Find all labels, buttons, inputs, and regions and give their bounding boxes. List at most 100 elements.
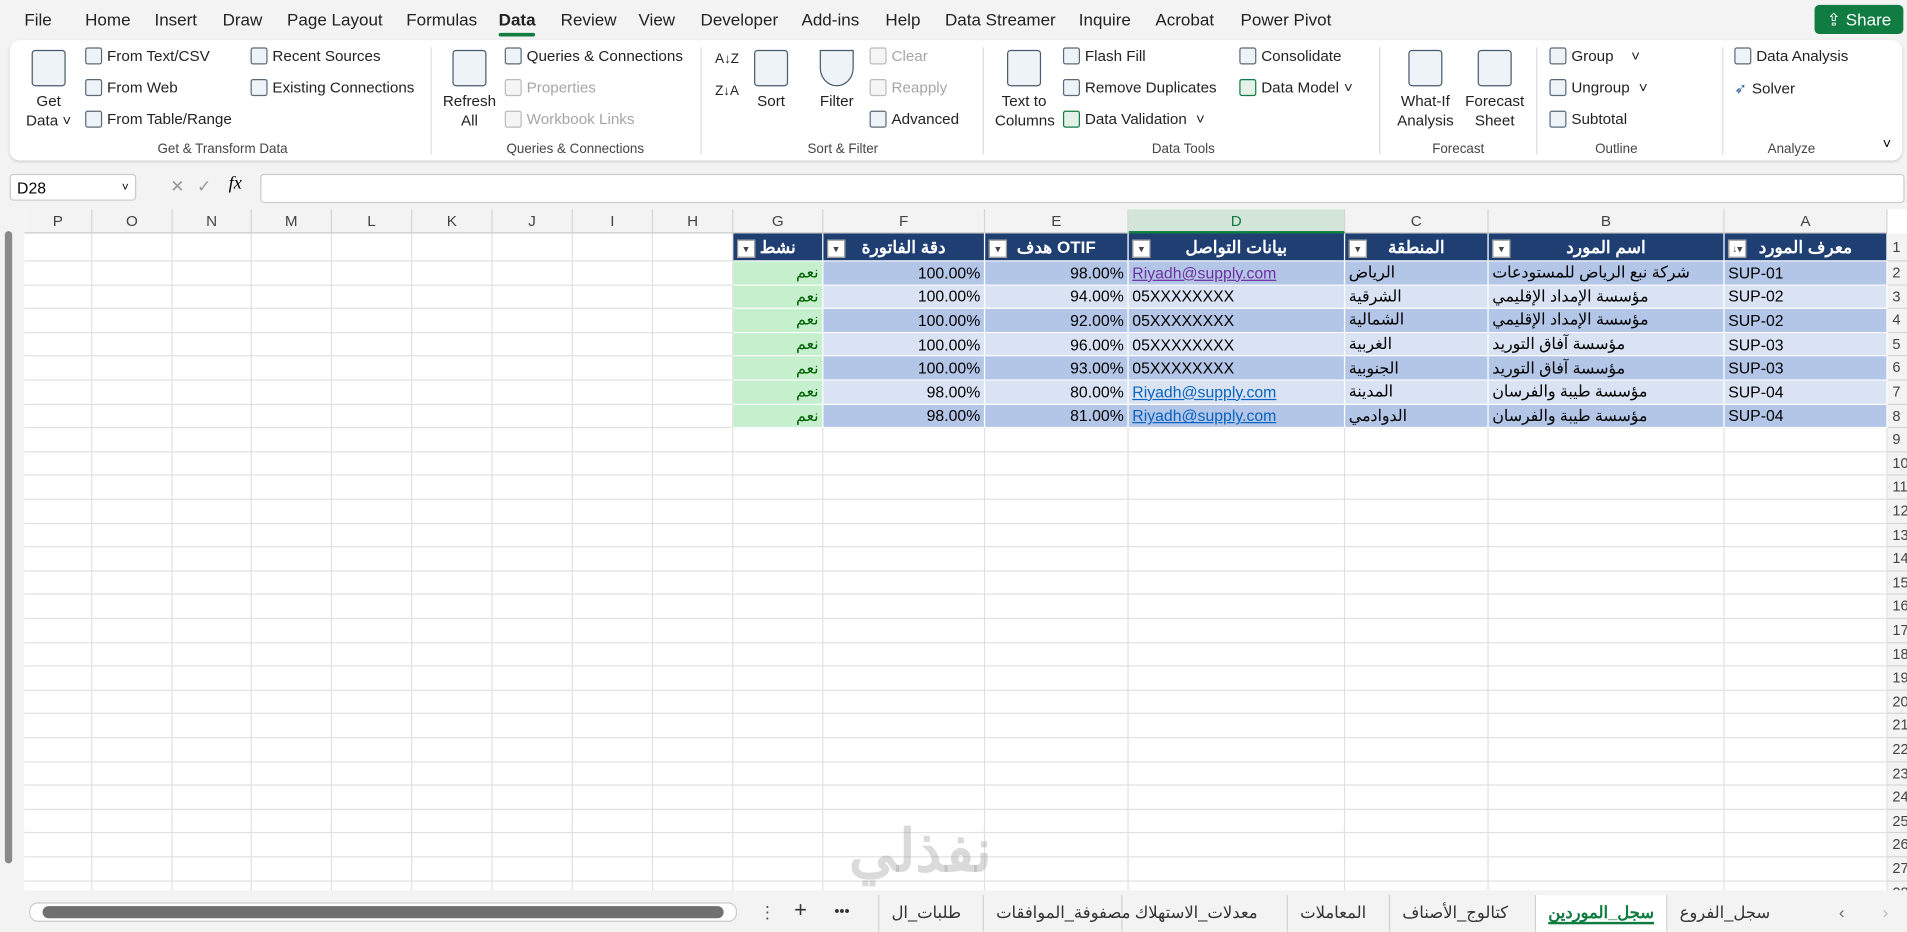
table-cell[interactable]: شركة نبع الرياض للمستودعات: [1488, 261, 1725, 286]
menu-tab-power-pivot[interactable]: Power Pivot: [1241, 10, 1332, 29]
formula-input[interactable]: [260, 173, 1905, 204]
table-cell[interactable]: 81.00%: [985, 404, 1129, 429]
clear-button[interactable]: Clear: [869, 47, 928, 65]
row-header[interactable]: 2: [1887, 261, 1907, 286]
table-cell[interactable]: الجنوبية: [1345, 356, 1489, 381]
row-header[interactable]: 27: [1887, 857, 1907, 882]
existing-connections-button[interactable]: Existing Connections: [250, 79, 414, 97]
table-cell[interactable]: المدينة: [1345, 380, 1489, 405]
table-cell[interactable]: 93.00%: [985, 356, 1129, 381]
menu-tab-developer[interactable]: Developer: [701, 10, 779, 29]
scroll-tabs-right-icon[interactable]: ›: [1883, 902, 1889, 921]
column-header-P[interactable]: P: [24, 209, 93, 234]
scroll-tabs-left-icon[interactable]: ‹: [1839, 902, 1845, 921]
what-if-analysis-button[interactable]: What-If Analysis: [1391, 49, 1459, 130]
column-header-C[interactable]: C: [1345, 209, 1489, 234]
from-text-csv-button[interactable]: From Text/CSV: [85, 47, 210, 65]
menu-tab-review[interactable]: Review: [561, 10, 617, 29]
filter-dropdown-button[interactable]: ↓▾: [1728, 239, 1747, 258]
recent-sources-button[interactable]: Recent Sources: [250, 47, 381, 65]
table-header-cell[interactable]: بيانات التواصل ▾: [1128, 233, 1346, 262]
properties-button[interactable]: Properties: [504, 79, 596, 97]
table-cell[interactable]: SUP-04: [1724, 380, 1888, 405]
workbook-links-button[interactable]: Workbook Links: [504, 110, 634, 128]
horizontal-scrollbar[interactable]: [29, 902, 738, 922]
group-button[interactable]: Group ˅: [1549, 47, 1640, 65]
row-header[interactable]: 21: [1887, 714, 1907, 739]
row-header[interactable]: 23: [1887, 762, 1907, 786]
menu-tab-help[interactable]: Help: [885, 10, 920, 29]
from-table-range-button[interactable]: From Table/Range: [85, 110, 232, 128]
from-web-button[interactable]: From Web: [85, 79, 178, 97]
menu-tab-add-ins[interactable]: Add-ins: [801, 10, 859, 29]
table-cell[interactable]: 100.00%: [823, 261, 986, 286]
sheet-tab[interactable]: سجل_الموردين: [1534, 895, 1667, 932]
table-cell[interactable]: 98.00%: [823, 380, 986, 405]
menu-tab-home[interactable]: Home: [85, 10, 130, 29]
enter-icon[interactable]: ✓: [197, 176, 211, 197]
table-cell[interactable]: نعم: [733, 309, 824, 333]
contact-link-cell[interactable]: Riyadh@supply.com: [1128, 261, 1346, 286]
column-header-B[interactable]: B: [1488, 209, 1725, 234]
table-cell[interactable]: الشرقية: [1345, 285, 1489, 310]
table-cell[interactable]: 100.00%: [823, 285, 986, 310]
name-box[interactable]: D28 ˅: [9, 173, 137, 201]
menu-tab-draw[interactable]: Draw: [223, 10, 263, 29]
table-cell[interactable]: SUP-03: [1724, 356, 1888, 381]
column-header-E[interactable]: E: [985, 209, 1129, 234]
menu-tab-acrobat[interactable]: Acrobat: [1155, 10, 1214, 29]
remove-duplicates-button[interactable]: Remove Duplicates: [1062, 79, 1217, 97]
table-cell[interactable]: 05XXXXXXXX: [1128, 332, 1346, 357]
table-cell[interactable]: 100.00%: [823, 356, 986, 381]
table-cell[interactable]: الرياض: [1345, 261, 1489, 286]
table-cell[interactable]: نعم: [733, 356, 824, 381]
solver-button[interactable]: ➶ Solver: [1734, 79, 1795, 98]
more-options-icon[interactable]: ⋮: [759, 902, 776, 923]
table-header-cell[interactable]: هدف OTIF ▾: [985, 233, 1129, 262]
filter-dropdown-button[interactable]: ▾: [1132, 239, 1151, 258]
table-cell[interactable]: مؤسسة آفاق التوريد: [1488, 356, 1725, 381]
table-cell[interactable]: 80.00%: [985, 380, 1129, 405]
table-cell[interactable]: 100.00%: [823, 332, 986, 357]
row-header[interactable]: 5: [1887, 332, 1907, 357]
advanced-filter-button[interactable]: Advanced: [869, 110, 959, 128]
sheet-tab[interactable]: معدلات_الاستهلاك: [1121, 895, 1269, 932]
filter-button[interactable]: Filter: [812, 49, 861, 111]
row-header[interactable]: 19: [1887, 666, 1907, 691]
sheet-tab[interactable]: طلبات_ال: [878, 895, 973, 932]
table-header-cell[interactable]: اسم المورد ▾: [1488, 233, 1725, 262]
filter-dropdown-button[interactable]: ▾: [1348, 239, 1368, 258]
row-header[interactable]: 8: [1887, 404, 1907, 429]
row-header[interactable]: 20: [1887, 690, 1907, 715]
forecast-sheet-button[interactable]: Forecast Sheet: [1464, 49, 1525, 130]
row-header[interactable]: 17: [1887, 619, 1907, 643]
table-cell[interactable]: مؤسسة آفاق التوريد: [1488, 332, 1725, 357]
table-cell[interactable]: الشمالية: [1345, 309, 1489, 333]
row-header[interactable]: 16: [1887, 595, 1907, 620]
filter-dropdown-button[interactable]: ▾: [827, 239, 846, 258]
contact-link-cell[interactable]: Riyadh@supply.com: [1128, 404, 1346, 429]
table-cell[interactable]: 98.00%: [823, 404, 986, 429]
table-cell[interactable]: مؤسسة طيبة والفرسان: [1488, 404, 1725, 429]
table-cell[interactable]: نعم: [733, 285, 824, 310]
menu-tab-page-layout[interactable]: Page Layout: [287, 10, 383, 29]
menu-tab-data-streamer[interactable]: Data Streamer: [945, 10, 1056, 29]
data-model-button[interactable]: Data Model ˅: [1239, 79, 1353, 97]
table-cell[interactable]: SUP-01: [1724, 261, 1888, 286]
share-button[interactable]: ⇪ Share: [1814, 4, 1904, 35]
table-cell[interactable]: الدوادمي: [1345, 404, 1489, 429]
consolidate-button[interactable]: Consolidate: [1239, 47, 1341, 65]
data-analysis-button[interactable]: Data Analysis: [1734, 47, 1848, 65]
row-header[interactable]: 3: [1887, 285, 1907, 310]
row-header[interactable]: 26: [1887, 833, 1907, 858]
table-cell[interactable]: 98.00%: [985, 261, 1129, 286]
table-cell[interactable]: 05XXXXXXXX: [1128, 285, 1346, 310]
column-header-N[interactable]: N: [172, 209, 252, 234]
table-cell[interactable]: 92.00%: [985, 309, 1129, 333]
table-cell[interactable]: 100.00%: [823, 309, 986, 333]
queries-connections-button[interactable]: Queries & Connections: [504, 47, 683, 65]
row-header[interactable]: 28: [1887, 881, 1907, 891]
row-header[interactable]: 12: [1887, 499, 1907, 524]
table-cell[interactable]: SUP-02: [1724, 285, 1888, 310]
table-cell[interactable]: SUP-03: [1724, 332, 1888, 357]
